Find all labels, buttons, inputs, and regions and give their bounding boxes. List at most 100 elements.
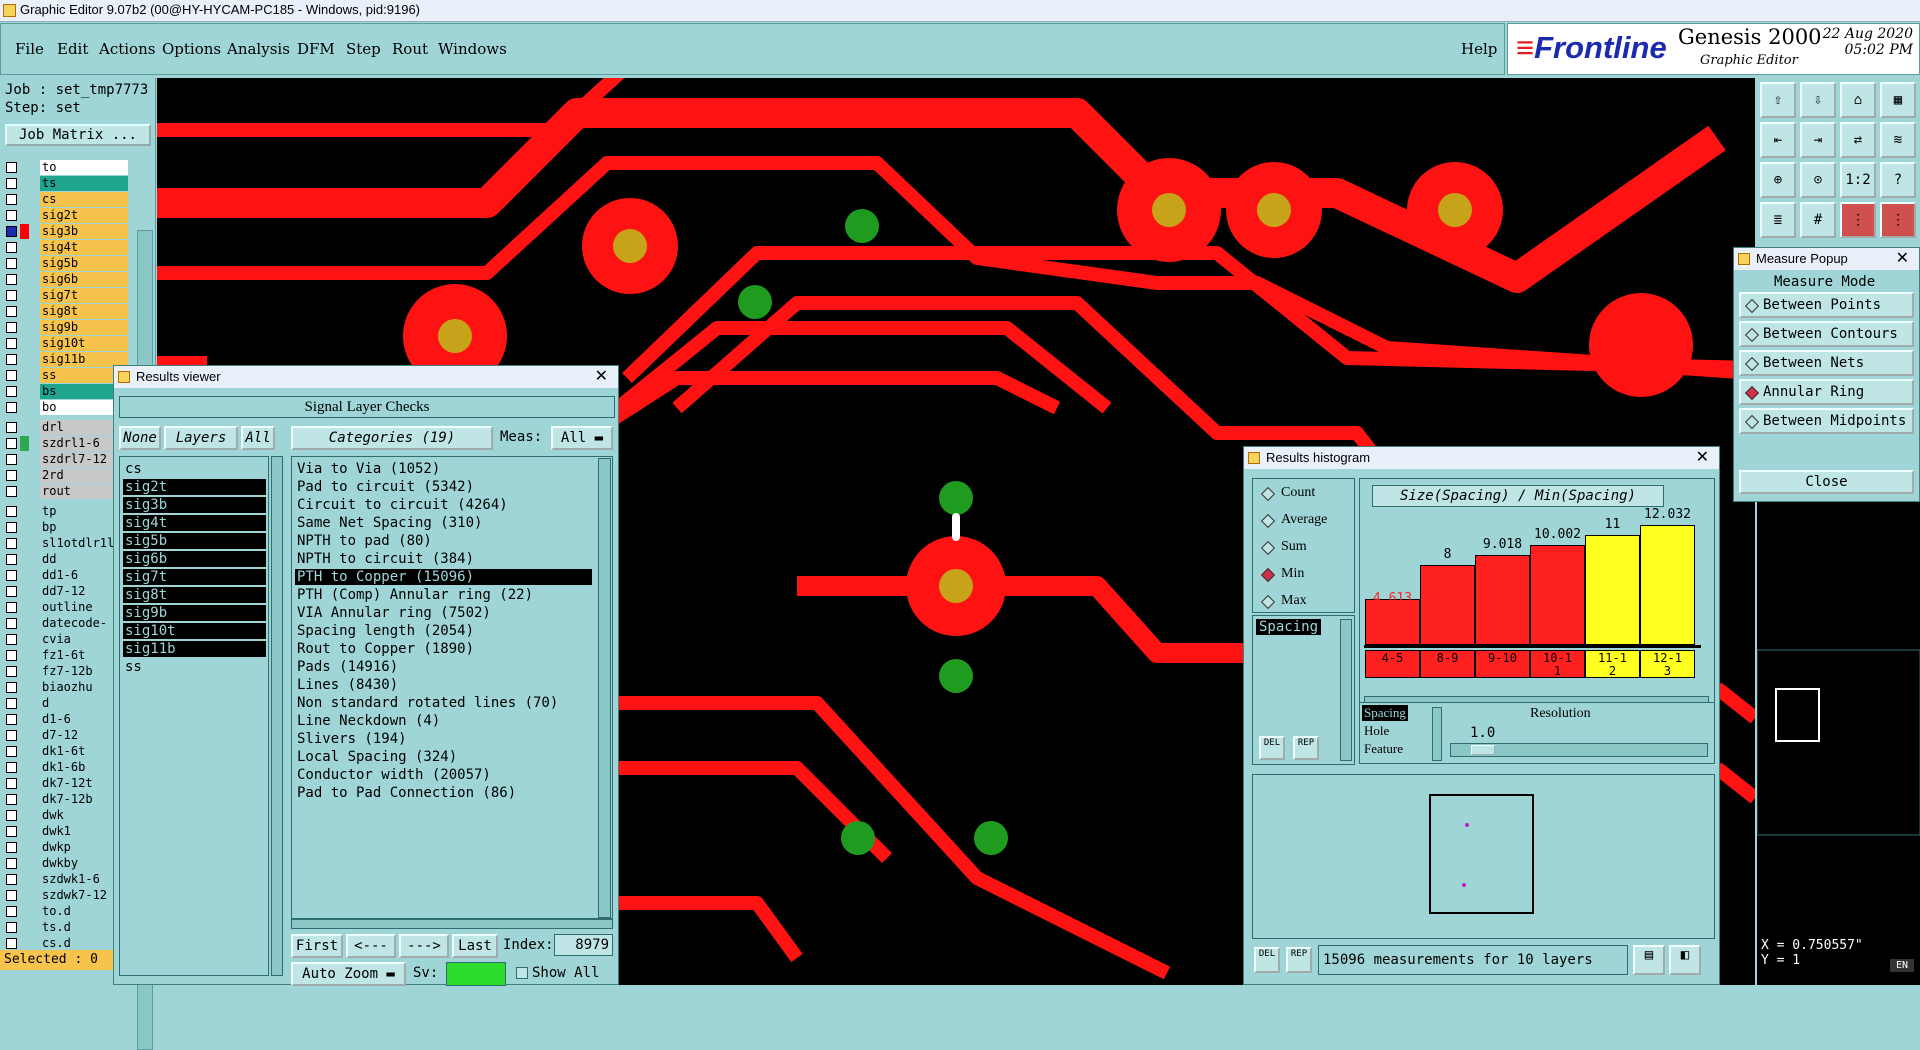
layer-row[interactable]: dk1-6t <box>6 744 128 759</box>
layer-row[interactable]: drl <box>6 420 128 435</box>
layer-checkbox[interactable] <box>6 226 17 237</box>
layer-checkbox[interactable] <box>6 370 17 381</box>
category-item[interactable]: Same Net Spacing (310) <box>295 515 592 531</box>
layer-checkbox[interactable] <box>6 618 17 629</box>
layer-row[interactable]: cvia <box>6 632 128 647</box>
layer-row[interactable]: cs <box>6 192 128 207</box>
result-layer-item[interactable]: sig8t <box>123 587 266 603</box>
snap-top-icon[interactable]: ⇧ <box>1760 82 1796 118</box>
histogram-mode-option[interactable]: Max <box>1257 591 1351 613</box>
layer-row[interactable]: bo <box>6 400 128 415</box>
layer-checkbox[interactable] <box>6 922 17 933</box>
close-icon[interactable]: ✕ <box>1696 447 1709 469</box>
category-item[interactable]: Pads (14916) <box>295 659 592 675</box>
layer-row[interactable]: sig3b <box>6 224 128 239</box>
layer-row[interactable]: bs <box>6 384 128 399</box>
layer-checkbox[interactable] <box>6 422 17 433</box>
next-button[interactable]: ---> <box>399 934 449 958</box>
layer-row[interactable]: sig5b <box>6 256 128 271</box>
footer-del-button[interactable]: DEL <box>1254 947 1280 973</box>
layer-row[interactable]: cs.d <box>6 936 128 951</box>
swap-icon[interactable]: ⇄ <box>1840 122 1876 158</box>
prev-button[interactable]: <--- <box>346 934 396 958</box>
category-item[interactable]: PTH (Comp) Annular ring (22) <box>295 587 592 603</box>
last-button[interactable]: Last <box>452 934 498 958</box>
layer-checkbox[interactable] <box>6 210 17 221</box>
layer-checkbox[interactable] <box>6 714 17 725</box>
all-button[interactable]: All <box>241 426 275 450</box>
layer-checkbox[interactable] <box>6 554 17 565</box>
histogram-export-icon[interactable]: ▤ <box>1633 945 1665 975</box>
category-item[interactable]: Spacing length (2054) <box>295 623 592 639</box>
sv-color-button[interactable] <box>446 962 506 986</box>
layer-checkbox[interactable] <box>6 730 17 741</box>
layer-name[interactable]: sig8t <box>40 304 128 319</box>
category-item[interactable]: Pad to Pad Connection (86) <box>295 785 592 801</box>
histogram-bar[interactable] <box>1530 545 1585 645</box>
layer-name[interactable]: sig7t <box>40 288 128 303</box>
layer-name[interactable]: sig9b <box>40 320 128 335</box>
layer-name[interactable]: cs <box>40 192 128 207</box>
layer-checkbox[interactable] <box>6 386 17 397</box>
layer-row[interactable]: to <box>6 160 128 175</box>
rep-button[interactable]: REP <box>1293 736 1319 760</box>
layer-row[interactable]: sig7t <box>6 288 128 303</box>
layer-checkbox[interactable] <box>6 762 17 773</box>
result-layer-item[interactable]: sig4t <box>123 515 266 531</box>
footer-rep-button[interactable]: REP <box>1286 947 1312 973</box>
category-scrollbar[interactable] <box>598 458 611 918</box>
layer-checkbox[interactable] <box>6 890 17 901</box>
histogram-mode-option[interactable]: Sum <box>1257 537 1351 559</box>
category-item[interactable]: Local Spacing (324) <box>295 749 592 765</box>
result-layer-item[interactable]: sig6b <box>123 551 266 567</box>
none-button[interactable]: None <box>119 426 161 450</box>
measure-close-button[interactable]: Close <box>1739 470 1914 494</box>
menu-help[interactable]: Help <box>1461 40 1497 58</box>
layer-row[interactable]: szdrl1-6 <box>6 436 128 451</box>
layer-row[interactable]: dd7-12 <box>6 584 128 599</box>
result-layer-item[interactable]: sig5b <box>123 533 266 549</box>
layer-row[interactable]: dk1-6b <box>6 760 128 775</box>
layer-checkbox[interactable] <box>6 322 17 333</box>
histogram-mode-option[interactable]: Average <box>1257 510 1351 532</box>
layer-row[interactable]: sig6b <box>6 272 128 287</box>
layer-row[interactable]: sig8t <box>6 304 128 319</box>
layer-row[interactable]: ss <box>6 368 128 383</box>
layer-checkbox[interactable] <box>6 826 17 837</box>
layer-checkbox[interactable] <box>6 906 17 917</box>
layer-checkbox[interactable] <box>6 858 17 869</box>
layer-row[interactable]: szdwk1-6 <box>6 872 128 887</box>
layer-row[interactable]: sl1otdlr1l <box>6 536 128 551</box>
spacing-list-item[interactable]: Spacing <box>1256 619 1322 635</box>
job-matrix-button[interactable]: Job Matrix ... <box>5 124 151 146</box>
center-icon[interactable]: ⊙ <box>1800 162 1836 198</box>
layer-checkbox[interactable] <box>6 810 17 821</box>
measure-mode-option[interactable]: Between Contours <box>1739 321 1914 347</box>
move-right-icon[interactable]: ⇥ <box>1800 122 1836 158</box>
measure-type-item[interactable]: Feature <box>1362 741 1405 757</box>
layer-checkbox[interactable] <box>6 454 17 465</box>
close-icon[interactable]: ✕ <box>1896 248 1909 270</box>
measure-mode-option[interactable]: Between Points <box>1739 292 1914 318</box>
layer-checkbox[interactable] <box>6 586 17 597</box>
layer-row[interactable]: szdwk7-12 <box>6 888 128 903</box>
category-item[interactable]: Slivers (194) <box>295 731 592 747</box>
layer-row[interactable]: ts <box>6 176 128 191</box>
layer-row[interactable]: d7-12 <box>6 728 128 743</box>
layer-row[interactable]: dwk <box>6 808 128 823</box>
layer-checkbox[interactable] <box>6 354 17 365</box>
layer-checkbox[interactable] <box>6 162 17 173</box>
category-item[interactable]: Line Neckdown (4) <box>295 713 592 729</box>
layer-row[interactable]: biaozhu <box>6 680 128 695</box>
layer-checkbox[interactable] <box>6 778 17 789</box>
category-hscrollbar[interactable] <box>291 919 613 929</box>
category-item[interactable]: Via to Via (1052) <box>295 461 592 477</box>
layer-row[interactable]: to.d <box>6 904 128 919</box>
layer-checkbox[interactable] <box>6 682 17 693</box>
spacing-list-scrollbar[interactable] <box>1340 619 1352 761</box>
menu-windows[interactable]: Windows <box>438 40 507 58</box>
layer-name[interactable]: ts <box>40 176 128 191</box>
layer-checkbox[interactable] <box>6 194 17 205</box>
menu-options[interactable]: Options <box>162 40 221 58</box>
measure-mode-option[interactable]: Between Nets <box>1739 350 1914 376</box>
